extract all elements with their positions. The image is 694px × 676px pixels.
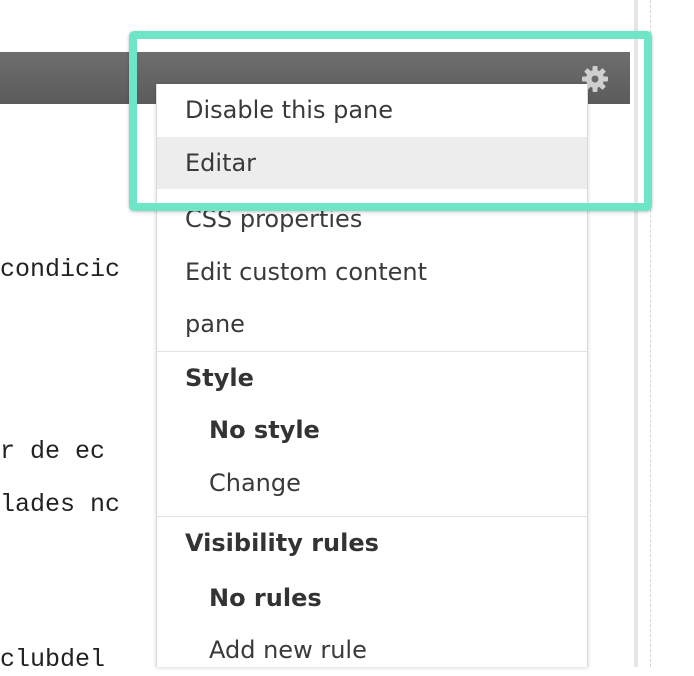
- content-text-line: lades nc: [0, 490, 121, 519]
- content-text-line: r de ec: [0, 437, 106, 466]
- add-new-rule-link[interactable]: Add new rule: [157, 624, 587, 676]
- content-text-line: clubdel: [0, 645, 106, 674]
- menu-item-edit-custom-content[interactable]: Edit custom content: [157, 246, 587, 298]
- menu-item-edit-custom-content-continued[interactable]: pane: [157, 298, 587, 350]
- menu-section-visibility-rules: Visibility rules: [157, 516, 587, 568]
- content-text-line: condicic: [0, 255, 121, 284]
- style-current-value: No style: [209, 416, 320, 444]
- style-change-link[interactable]: Change: [157, 457, 587, 509]
- highlight-frame: [129, 31, 652, 211]
- visibility-current-value: No rules: [209, 584, 322, 612]
- menu-section-style: Style: [157, 351, 587, 403]
